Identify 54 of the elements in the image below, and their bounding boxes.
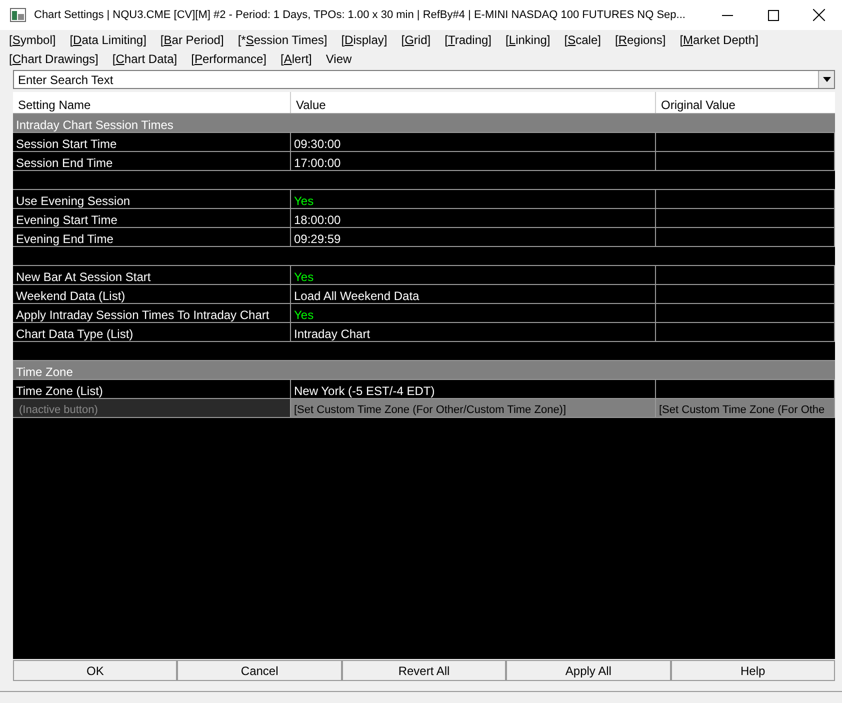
setting-value[interactable]: Yes — [294, 194, 314, 208]
menu-item[interactable]: [Symbol] — [9, 30, 56, 48]
setting-name: New Bar At Session Start — [13, 266, 291, 284]
setting-name: Session Start Time — [13, 133, 291, 151]
setting-value[interactable]: 18:00:00 — [294, 213, 341, 227]
menu-item[interactable]: [*Session Times] — [238, 30, 328, 48]
menu-item[interactable]: [Scale] — [564, 30, 601, 48]
menu-item[interactable]: [Bar Period] — [160, 30, 224, 48]
dialog-button[interactable]: Apply All — [506, 660, 671, 681]
setting-name: Evening End Time — [13, 228, 291, 246]
menu-item[interactable]: View — [326, 50, 352, 68]
setting-value[interactable]: New York (-5 EST/-4 EDT) — [294, 384, 435, 398]
setting-name: Chart Data Type (List) — [13, 323, 291, 341]
setting-value[interactable]: 09:30:00 — [294, 137, 341, 151]
setting-name: Weekend Data (List) — [13, 285, 291, 303]
menu-item[interactable]: [Chart Data] — [112, 50, 178, 68]
menu-item[interactable]: [Performance] — [191, 50, 266, 68]
menu-item[interactable]: [Data Limiting] — [70, 30, 146, 48]
setting-value[interactable]: Load All Weekend Data — [294, 289, 420, 303]
column-header[interactable]: Value — [291, 92, 656, 113]
column-header[interactable]: Original Value — [656, 92, 835, 113]
maximize-icon — [768, 10, 778, 20]
menu-item[interactable]: [Regions] — [614, 30, 666, 48]
menu-item[interactable]: [Trading] — [444, 30, 492, 48]
dialog-button[interactable]: Revert All — [342, 660, 506, 681]
menu-item[interactable]: [Grid] — [401, 30, 431, 48]
dropdown-button[interactable] — [818, 71, 834, 88]
column-header[interactable]: Setting Name — [13, 92, 291, 113]
caret-icon — [822, 77, 830, 82]
menu-item[interactable]: [Chart Drawings] — [9, 50, 98, 68]
setting-value[interactable]: Intraday Chart — [294, 327, 370, 341]
close-icon — [813, 9, 825, 21]
menu-item[interactable]: [Linking] — [506, 30, 550, 48]
setting-name: Apply Intraday Session Times To Intraday Chart — [13, 304, 291, 322]
menu-item[interactable]: [Market Depth] — [680, 30, 758, 48]
menu-item[interactable]: [Display] — [341, 30, 388, 48]
setting-name: Evening Start Time — [13, 209, 291, 227]
window-title: Chart Settings | NQU3.CME [CV][M] #2 - Period: 1 Days, TPOs: 1.00 x 30 min | RefBy#4 | E-MINI NASDAQ 100 FUTURES NQ Sep... — [34, 8, 686, 23]
action-button[interactable]: [Set Custom Time Zone (For Othe — [656, 399, 835, 417]
setting-name: Use Evening Session — [13, 190, 291, 208]
setting-value[interactable]: 09:29:59 — [294, 232, 341, 246]
dialog-button[interactable]: Cancel — [177, 660, 342, 681]
menu-item[interactable]: [Alert] — [280, 50, 312, 68]
app-icon — [10, 8, 26, 22]
action-button[interactable]: [Set Custom Time Zone (For Other/Custom Time Zone)] — [291, 399, 656, 417]
setting-value[interactable]: Yes — [294, 308, 314, 322]
section-header: Intraday Chart Session Times — [13, 114, 835, 133]
setting-value[interactable]: Yes — [294, 270, 314, 284]
section-header: Time Zone — [13, 361, 835, 380]
dialog-button[interactable]: OK — [13, 660, 178, 681]
setting-name: Time Zone (List) — [13, 380, 291, 398]
setting-name: Session End Time — [13, 152, 291, 170]
setting-value[interactable]: 17:00:00 — [294, 156, 341, 170]
dialog-button[interactable]: Help — [670, 660, 836, 681]
